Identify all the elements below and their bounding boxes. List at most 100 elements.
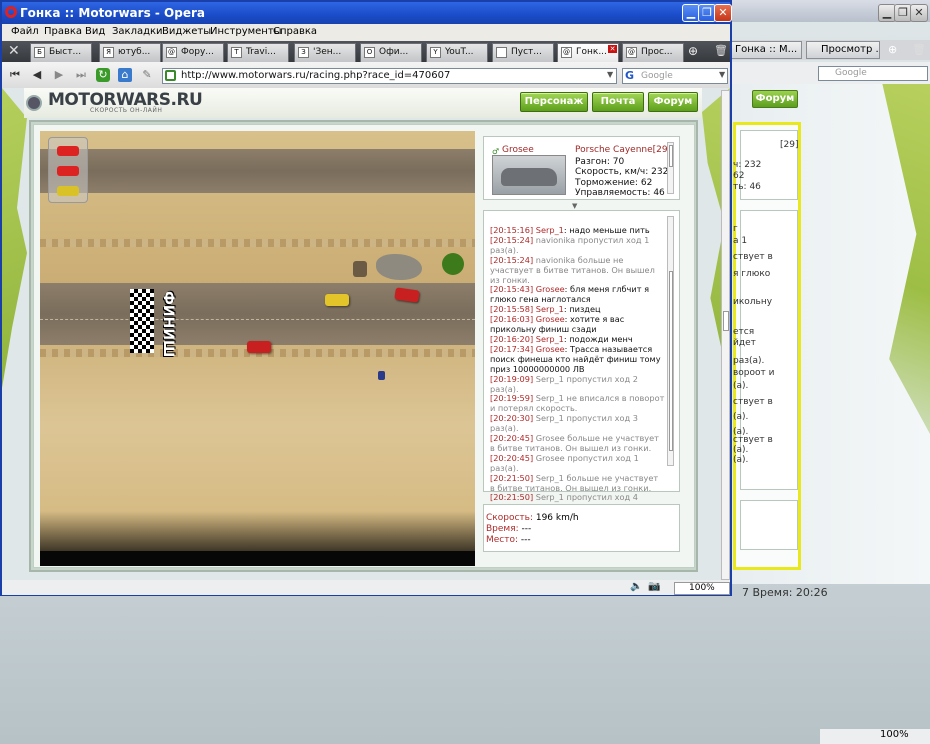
chat-author[interactable]: Grosee: [536, 344, 565, 354]
search-input[interactable]: Google: [622, 68, 728, 84]
panel-toggle-icon[interactable]: ✕: [8, 43, 20, 59]
bg-add-tab-icon[interactable]: ⊕: [888, 43, 897, 56]
site-logo-icon[interactable]: [26, 95, 42, 111]
bg-forum-button[interactable]: Форум: [752, 90, 798, 108]
menu-help[interactable]: Справка: [273, 26, 317, 37]
menu-bookmarks[interactable]: Закладки: [112, 26, 163, 37]
tab-favicon-icon: З: [298, 47, 309, 58]
driver-username[interactable]: Grosee: [502, 145, 534, 155]
menu-edit[interactable]: Правка: [44, 26, 82, 37]
scrollbar-thumb[interactable]: [723, 311, 729, 331]
chat-time: [20:21:50]: [490, 492, 534, 503]
tab-5[interactable]: О Офи...: [360, 43, 422, 62]
bg-tab[interactable]: Просмотр ...: [806, 41, 880, 59]
title-bar[interactable]: Гонка :: Motorwars - Opera: [2, 2, 730, 24]
speed-row: Скорость: 196 km/h: [486, 513, 579, 523]
bg-side-text: (а).: [733, 455, 749, 465]
bg-tab[interactable]: Гонка :: М...: [730, 41, 802, 59]
menu-widgets[interactable]: Виджеты: [162, 26, 211, 37]
bg-close-button[interactable]: ✕: [910, 4, 928, 22]
bg-side-text: (а).: [733, 412, 749, 422]
chat-author[interactable]: Grosee: [536, 284, 565, 294]
menu-view[interactable]: Вид: [85, 26, 105, 37]
curb: [40, 239, 475, 247]
tab-2[interactable]: @ Фору...: [162, 43, 224, 62]
chat-log: [20:15:16] Serp_1: надо меньше пить [20:1…: [490, 225, 665, 513]
chat-time: [20:15:16]: [490, 225, 534, 235]
edit-icon[interactable]: ✎: [140, 68, 154, 82]
speaker-icon[interactable]: 🔈: [630, 581, 642, 592]
tab-label: Офи...: [379, 47, 409, 57]
tab-3[interactable]: T Travi...: [227, 43, 289, 62]
reload-icon[interactable]: ↻: [96, 68, 110, 82]
road-marking: [40, 319, 475, 320]
chat-author[interactable]: Serp_1: [536, 225, 564, 235]
tab-label: ютуб...: [118, 47, 151, 57]
url-input[interactable]: http://www.motorwars.ru/racing.php?race_…: [162, 68, 617, 84]
stat-label: Управляемость:: [575, 187, 651, 198]
stat-label: Разгон:: [575, 157, 610, 167]
tab-6[interactable]: Y YouT...: [426, 43, 488, 62]
character-button[interactable]: Персонаж: [520, 92, 588, 112]
chat-time: [20:20:45]: [490, 452, 534, 463]
race-track[interactable]: ФИНИШ: [40, 131, 475, 566]
tab-9[interactable]: @ Прос...: [622, 43, 684, 62]
chat-text: подожди менч: [569, 333, 633, 344]
add-tab-icon[interactable]: ⊕: [688, 44, 698, 58]
menu-file[interactable]: Файл: [11, 26, 39, 37]
car-stat: Скорость, км/ч: 232: [575, 167, 668, 177]
panel-collapse-icon[interactable]: ▼: [572, 202, 577, 210]
tab-4[interactable]: З 'Зен...: [294, 43, 356, 62]
car-model: Porsche Cayenne: [575, 145, 653, 155]
bg-trash-icon[interactable]: 🗑: [912, 43, 926, 56]
time-label: Время:: [486, 524, 519, 534]
chat-scrollbar[interactable]: [667, 216, 674, 466]
fast-forward-icon[interactable]: ⏭: [74, 68, 88, 82]
chat-author[interactable]: Serp_1: [536, 304, 564, 314]
google-icon: G: [625, 69, 635, 82]
chat-message: [20:15:24] navionika пропустил ход 1 раз…: [490, 234, 665, 256]
scrollbar-thumb[interactable]: [669, 145, 673, 167]
car-yellow[interactable]: [325, 294, 349, 306]
browser-window: Гонка :: Motorwars - Opera ▁ ❐ ✕ Файл Пр…: [0, 0, 732, 596]
tab-bar: ✕ Б Быст... Яютуб... @ Фору... T Travi... З 'Зен…: [2, 41, 730, 62]
forum-button[interactable]: Форум: [648, 92, 698, 112]
place-label: Место:: [486, 535, 519, 545]
zoom-control[interactable]: 100%: [674, 582, 730, 595]
tab-8[interactable]: @ Гонк... ✕: [557, 43, 619, 62]
car-red-player[interactable]: [247, 341, 271, 353]
mail-button[interactable]: Почта: [592, 92, 644, 112]
stat-label: Торможение:: [575, 177, 638, 188]
page-scrollbar[interactable]: [721, 90, 730, 580]
car-body-icon: [501, 168, 557, 186]
bg-search-input[interactable]: Google: [818, 66, 928, 81]
finish-line: [130, 289, 154, 353]
info-scrollbar[interactable]: [667, 142, 674, 194]
bg-tab-label: Гонка :: М...: [735, 44, 798, 55]
tab-1[interactable]: Яютуб...: [99, 43, 161, 62]
mini-car-yellow-icon: [57, 186, 79, 196]
chat-time: [20:15:24]: [490, 234, 534, 245]
finish-label: ФИНИШ: [160, 291, 176, 358]
home-icon[interactable]: ⌂: [118, 68, 132, 82]
tab-favicon-icon: @: [561, 47, 572, 58]
chat-author[interactable]: Serp_1: [536, 334, 564, 344]
search-dropdown-icon[interactable]: ▼: [719, 70, 725, 79]
status-bar: 🔈 📷: [2, 580, 730, 595]
close-button[interactable]: ✕: [714, 4, 732, 22]
url-dropdown-icon[interactable]: ▼: [607, 70, 613, 79]
forward-icon[interactable]: ▶: [52, 68, 66, 82]
close-tab-icon[interactable]: ✕: [608, 45, 617, 53]
chat-author[interactable]: Grosee: [536, 314, 565, 324]
back-icon[interactable]: ◀: [30, 68, 44, 82]
bg-side-text: йдет: [733, 338, 756, 348]
trash-icon[interactable]: 🗑: [714, 44, 728, 57]
scrollbar-thumb[interactable]: [669, 271, 673, 451]
rewind-icon[interactable]: ⏮: [8, 68, 22, 82]
menu-tools[interactable]: Инструменты: [210, 26, 282, 37]
camera-icon[interactable]: 📷: [648, 581, 660, 592]
tab-7[interactable]: Пуст...: [492, 43, 554, 62]
bg-zoom-value[interactable]: 100%: [880, 729, 909, 740]
tab-0[interactable]: Б Быст...: [30, 43, 92, 62]
chat-message: [20:15:24] navionika больше не участвует…: [490, 255, 665, 286]
